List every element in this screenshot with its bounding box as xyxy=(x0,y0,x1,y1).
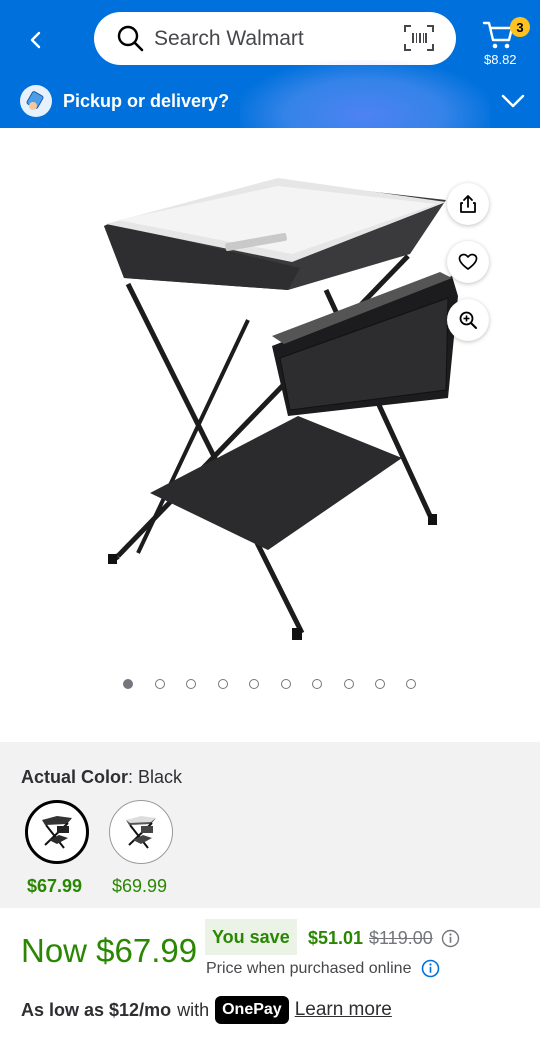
chevron-left-icon xyxy=(30,31,41,49)
top-header: Search Walmart 3 $8.82 Pickup or deliver… xyxy=(0,0,540,128)
pickup-delivery-label: Pickup or delivery? xyxy=(63,91,230,111)
zoom-button[interactable] xyxy=(447,299,489,341)
cart-count-badge: 3 xyxy=(510,17,530,37)
color-value: : Black xyxy=(128,767,183,787)
share-button[interactable] xyxy=(447,183,489,225)
carousel-dot[interactable] xyxy=(123,679,133,689)
image-carousel-dots xyxy=(0,676,540,692)
carousel-dot[interactable] xyxy=(344,679,354,689)
back-button[interactable] xyxy=(18,22,54,58)
swatch-thumbnail xyxy=(42,816,72,849)
color-label-title: Actual Color xyxy=(21,767,129,787)
share-icon xyxy=(460,195,476,213)
carousel-dot[interactable] xyxy=(186,679,196,689)
color-swatch-black[interactable] xyxy=(25,800,89,864)
was-price: $119.00 xyxy=(369,928,433,948)
swatch-thumbnail xyxy=(126,816,156,849)
online-price-note: Price when purchased online xyxy=(206,960,412,977)
price-section: Now $67.99 You save $51.01 $119.00 Price… xyxy=(0,908,540,1042)
financing-amount: As low as $12/mo xyxy=(21,999,172,1020)
learn-more-link[interactable]: Learn more xyxy=(295,999,392,1021)
carousel-dot[interactable] xyxy=(155,679,165,689)
heart-icon xyxy=(458,253,478,270)
financing-with: with xyxy=(177,999,210,1020)
cart-button[interactable]: 3 $8.82 xyxy=(482,14,532,70)
color-swatch-gray[interactable] xyxy=(109,800,173,864)
cart-total: $8.82 xyxy=(484,52,517,67)
carousel-dot[interactable] xyxy=(312,679,322,689)
barcode-scan-icon[interactable] xyxy=(404,25,434,51)
product-image-gallery[interactable] xyxy=(0,128,540,740)
search-icon xyxy=(117,25,144,51)
chevron-down-icon[interactable] xyxy=(500,88,526,114)
carousel-dot[interactable] xyxy=(218,679,228,689)
info-icon[interactable] xyxy=(441,929,460,948)
zoom-in-icon xyxy=(459,311,477,329)
carousel-dot[interactable] xyxy=(406,679,416,689)
carousel-dot[interactable] xyxy=(281,679,291,689)
variant-selector: Actual Color: Black $67.99 $69.99 xyxy=(0,742,540,908)
current-price: Now $67.99 xyxy=(21,932,198,969)
you-save-badge: You save xyxy=(205,919,297,955)
carousel-dot[interactable] xyxy=(249,679,259,689)
favorite-button[interactable] xyxy=(447,241,489,283)
financing-row: As low as $12/mo with OnePay Learn more xyxy=(21,996,392,1024)
save-amount: $51.01 xyxy=(308,928,364,948)
pickup-delivery-icon xyxy=(20,85,52,117)
swatch-price: $69.99 xyxy=(112,876,168,896)
pickup-delivery-bar[interactable]: Pickup or delivery? xyxy=(0,80,540,128)
info-icon[interactable] xyxy=(421,959,440,978)
search-bar[interactable]: Search Walmart xyxy=(94,12,456,65)
color-label: Actual Color: Black xyxy=(21,767,182,788)
onepay-logo: OnePay xyxy=(215,996,289,1024)
carousel-dot[interactable] xyxy=(375,679,385,689)
search-input[interactable]: Search Walmart xyxy=(154,27,304,51)
swatch-price: $67.99 xyxy=(27,876,83,896)
